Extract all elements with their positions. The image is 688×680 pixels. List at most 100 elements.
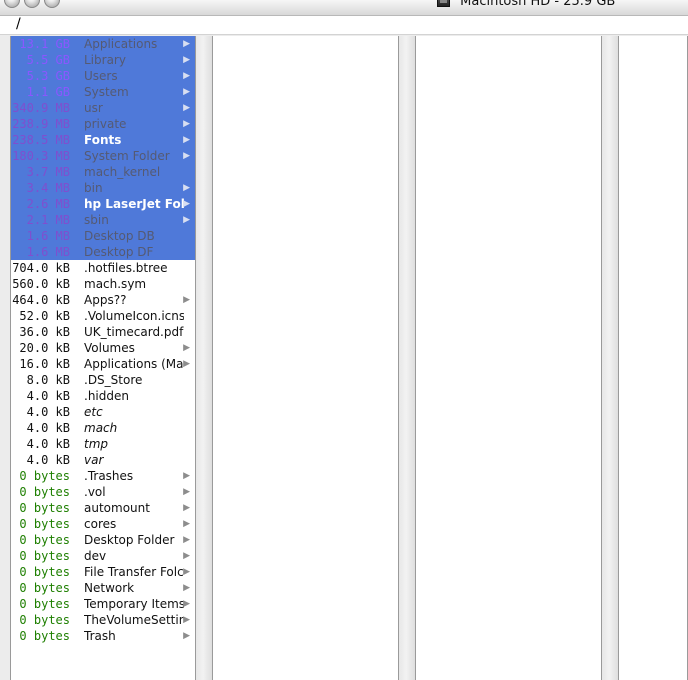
list-item[interactable]: 13.1 GB Applications ▶ <box>11 36 195 52</box>
list-item[interactable]: 238.9 MB private ▶ <box>11 116 195 132</box>
column-panel-empty[interactable] <box>212 36 399 680</box>
disclosure-arrow-icon[interactable]: ▶ <box>183 85 190 99</box>
disclosure-arrow-icon[interactable]: ▶ <box>183 133 190 147</box>
list-item[interactable]: 16.0 kB Applications (Mac ▶ <box>11 356 195 372</box>
list-item[interactable]: 0 bytes dev ▶ <box>11 548 195 564</box>
list-item[interactable]: 1.6 MB Desktop DB <box>11 228 195 244</box>
list-item[interactable]: 0 bytes Temporary Items ▶ <box>11 596 195 612</box>
list-item[interactable]: 2.6 MB hp LaserJet Folde▶ <box>11 196 195 212</box>
disclosure-arrow-icon[interactable]: ▶ <box>183 117 190 131</box>
list-item[interactable]: 0 bytes cores ▶ <box>11 516 195 532</box>
list-item[interactable]: 1.6 MB Desktop DF <box>11 244 195 260</box>
item-size: 4.0 kB <box>26 437 70 451</box>
item-name: private <box>84 117 127 131</box>
disclosure-arrow-icon[interactable]: ▶ <box>183 485 190 499</box>
item-name: usr <box>84 101 103 115</box>
list-item[interactable]: 52.0 kB .VolumeIcon.icns <box>11 308 195 324</box>
list-item[interactable]: 4.0 kB etc <box>11 404 195 420</box>
item-name: .DS_Store <box>84 373 143 387</box>
disclosure-arrow-icon[interactable]: ▶ <box>183 37 190 51</box>
list-item[interactable]: 0 bytes .vol ▶ <box>11 484 195 500</box>
list-item[interactable]: 238.5 MB Fonts ▶ <box>11 132 195 148</box>
item-name: Apps?? <box>84 293 127 307</box>
list-item[interactable]: 4.0 kB mach <box>11 420 195 436</box>
list-item[interactable]: 0 bytes automount ▶ <box>11 500 195 516</box>
item-size: 13.1 GB <box>19 37 70 51</box>
item-name: TheVolumeSettin <box>84 613 184 627</box>
list-item[interactable]: 560.0 kB mach.sym <box>11 276 195 292</box>
item-size: 16.0 kB <box>19 357 70 371</box>
disclosure-arrow-icon[interactable]: ▶ <box>183 341 190 355</box>
disclosure-arrow-icon[interactable]: ▶ <box>183 293 190 307</box>
disclosure-arrow-icon[interactable]: ▶ <box>183 549 190 563</box>
list-item[interactable]: 4.0 kB .hidden <box>11 388 195 404</box>
item-size: 1.1 GB <box>26 85 70 99</box>
item-size: 560.0 kB <box>12 277 70 291</box>
item-name: Volumes <box>84 341 135 355</box>
list-item[interactable]: 340.9 MB usr ▶ <box>11 100 195 116</box>
item-size: 52.0 kB <box>19 309 70 323</box>
list-item[interactable]: 0 bytes .Trashes ▶ <box>11 468 195 484</box>
item-name: Fonts <box>84 133 122 147</box>
column-divider[interactable] <box>196 36 212 680</box>
item-size: 0 bytes <box>19 597 70 611</box>
list-item[interactable]: 8.0 kB .DS_Store <box>11 372 195 388</box>
item-name: Network <box>84 581 135 595</box>
list-item[interactable]: 180.3 MB System Folder ▶ <box>11 148 195 164</box>
minimize-button[interactable] <box>24 0 40 8</box>
item-name: automount <box>84 501 150 515</box>
column-panel-empty[interactable] <box>415 36 602 680</box>
disclosure-arrow-icon[interactable]: ▶ <box>183 533 190 547</box>
list-item[interactable]: 1.1 GB System ▶ <box>11 84 195 100</box>
list-item[interactable]: 3.4 MB bin ▶ <box>11 180 195 196</box>
disclosure-arrow-icon[interactable]: ▶ <box>183 629 190 643</box>
column-panel-empty[interactable] <box>618 36 688 680</box>
disclosure-arrow-icon[interactable]: ▶ <box>183 53 190 67</box>
column-divider[interactable] <box>602 36 618 680</box>
item-name: mach_kernel <box>84 165 161 179</box>
zoom-button[interactable] <box>44 0 60 8</box>
list-item[interactable]: 0 bytes Trash ▶ <box>11 628 195 644</box>
disclosure-arrow-icon[interactable]: ▶ <box>183 517 190 531</box>
list-item[interactable]: 2.1 MB sbin ▶ <box>11 212 195 228</box>
disclosure-arrow-icon[interactable]: ▶ <box>183 613 190 627</box>
item-size: 2.1 MB <box>26 213 70 227</box>
column-divider[interactable] <box>399 36 415 680</box>
item-name: cores <box>84 517 117 531</box>
list-item[interactable]: 0 bytes Network ▶ <box>11 580 195 596</box>
disclosure-arrow-icon[interactable]: ▶ <box>183 149 190 163</box>
disclosure-arrow-icon[interactable]: ▶ <box>183 181 190 195</box>
disclosure-arrow-icon[interactable]: ▶ <box>183 213 190 227</box>
list-item[interactable]: 5.3 GB Users ▶ <box>11 68 195 84</box>
close-button[interactable] <box>4 0 20 8</box>
list-item[interactable]: 464.0 kB Apps?? ▶ <box>11 292 195 308</box>
list-item[interactable]: 704.0 kB .hotfiles.btree <box>11 260 195 276</box>
item-name: File Transfer Folc <box>84 565 184 579</box>
column-panel-root[interactable]: 13.1 GB Applications ▶ 5.5 GB Library ▶ 5.3 GB… <box>10 36 196 680</box>
list-item[interactable]: 0 bytes File Transfer Folc ▶ <box>11 564 195 580</box>
list-item[interactable]: 3.7 MB mach_kernel <box>11 164 195 180</box>
item-size: 704.0 kB <box>12 261 70 275</box>
disclosure-arrow-icon[interactable]: ▶ <box>183 101 190 115</box>
item-name: mach <box>84 421 118 435</box>
item-size: 0 bytes <box>19 485 70 499</box>
disclosure-arrow-icon[interactable]: ▶ <box>183 597 190 611</box>
list-item[interactable]: 20.0 kB Volumes ▶ <box>11 340 195 356</box>
list-item[interactable]: 0 bytes TheVolumeSettin ▶ <box>11 612 195 628</box>
disclosure-arrow-icon[interactable]: ▶ <box>183 197 190 211</box>
disclosure-arrow-icon[interactable]: ▶ <box>183 357 190 371</box>
list-item[interactable]: 4.0 kB tmp <box>11 436 195 452</box>
list-item[interactable]: 36.0 kB UK_timecard.pdf <box>11 324 195 340</box>
disclosure-arrow-icon[interactable]: ▶ <box>183 469 190 483</box>
list-item[interactable]: 0 bytes Desktop Folder ▶ <box>11 532 195 548</box>
disclosure-arrow-icon[interactable]: ▶ <box>183 581 190 595</box>
disclosure-arrow-icon[interactable]: ▶ <box>183 565 190 579</box>
list-item[interactable]: 5.5 GB Library ▶ <box>11 52 195 68</box>
disclosure-arrow-icon[interactable]: ▶ <box>183 501 190 515</box>
hard-drive-icon <box>437 0 450 7</box>
item-size: 3.7 MB <box>26 165 70 179</box>
disclosure-arrow-icon[interactable]: ▶ <box>183 69 190 83</box>
current-path: / <box>16 16 21 32</box>
list-item[interactable]: 4.0 kB var <box>11 452 195 468</box>
title-bar[interactable]: Macintosh HD - 25.9 GB <box>0 0 688 16</box>
